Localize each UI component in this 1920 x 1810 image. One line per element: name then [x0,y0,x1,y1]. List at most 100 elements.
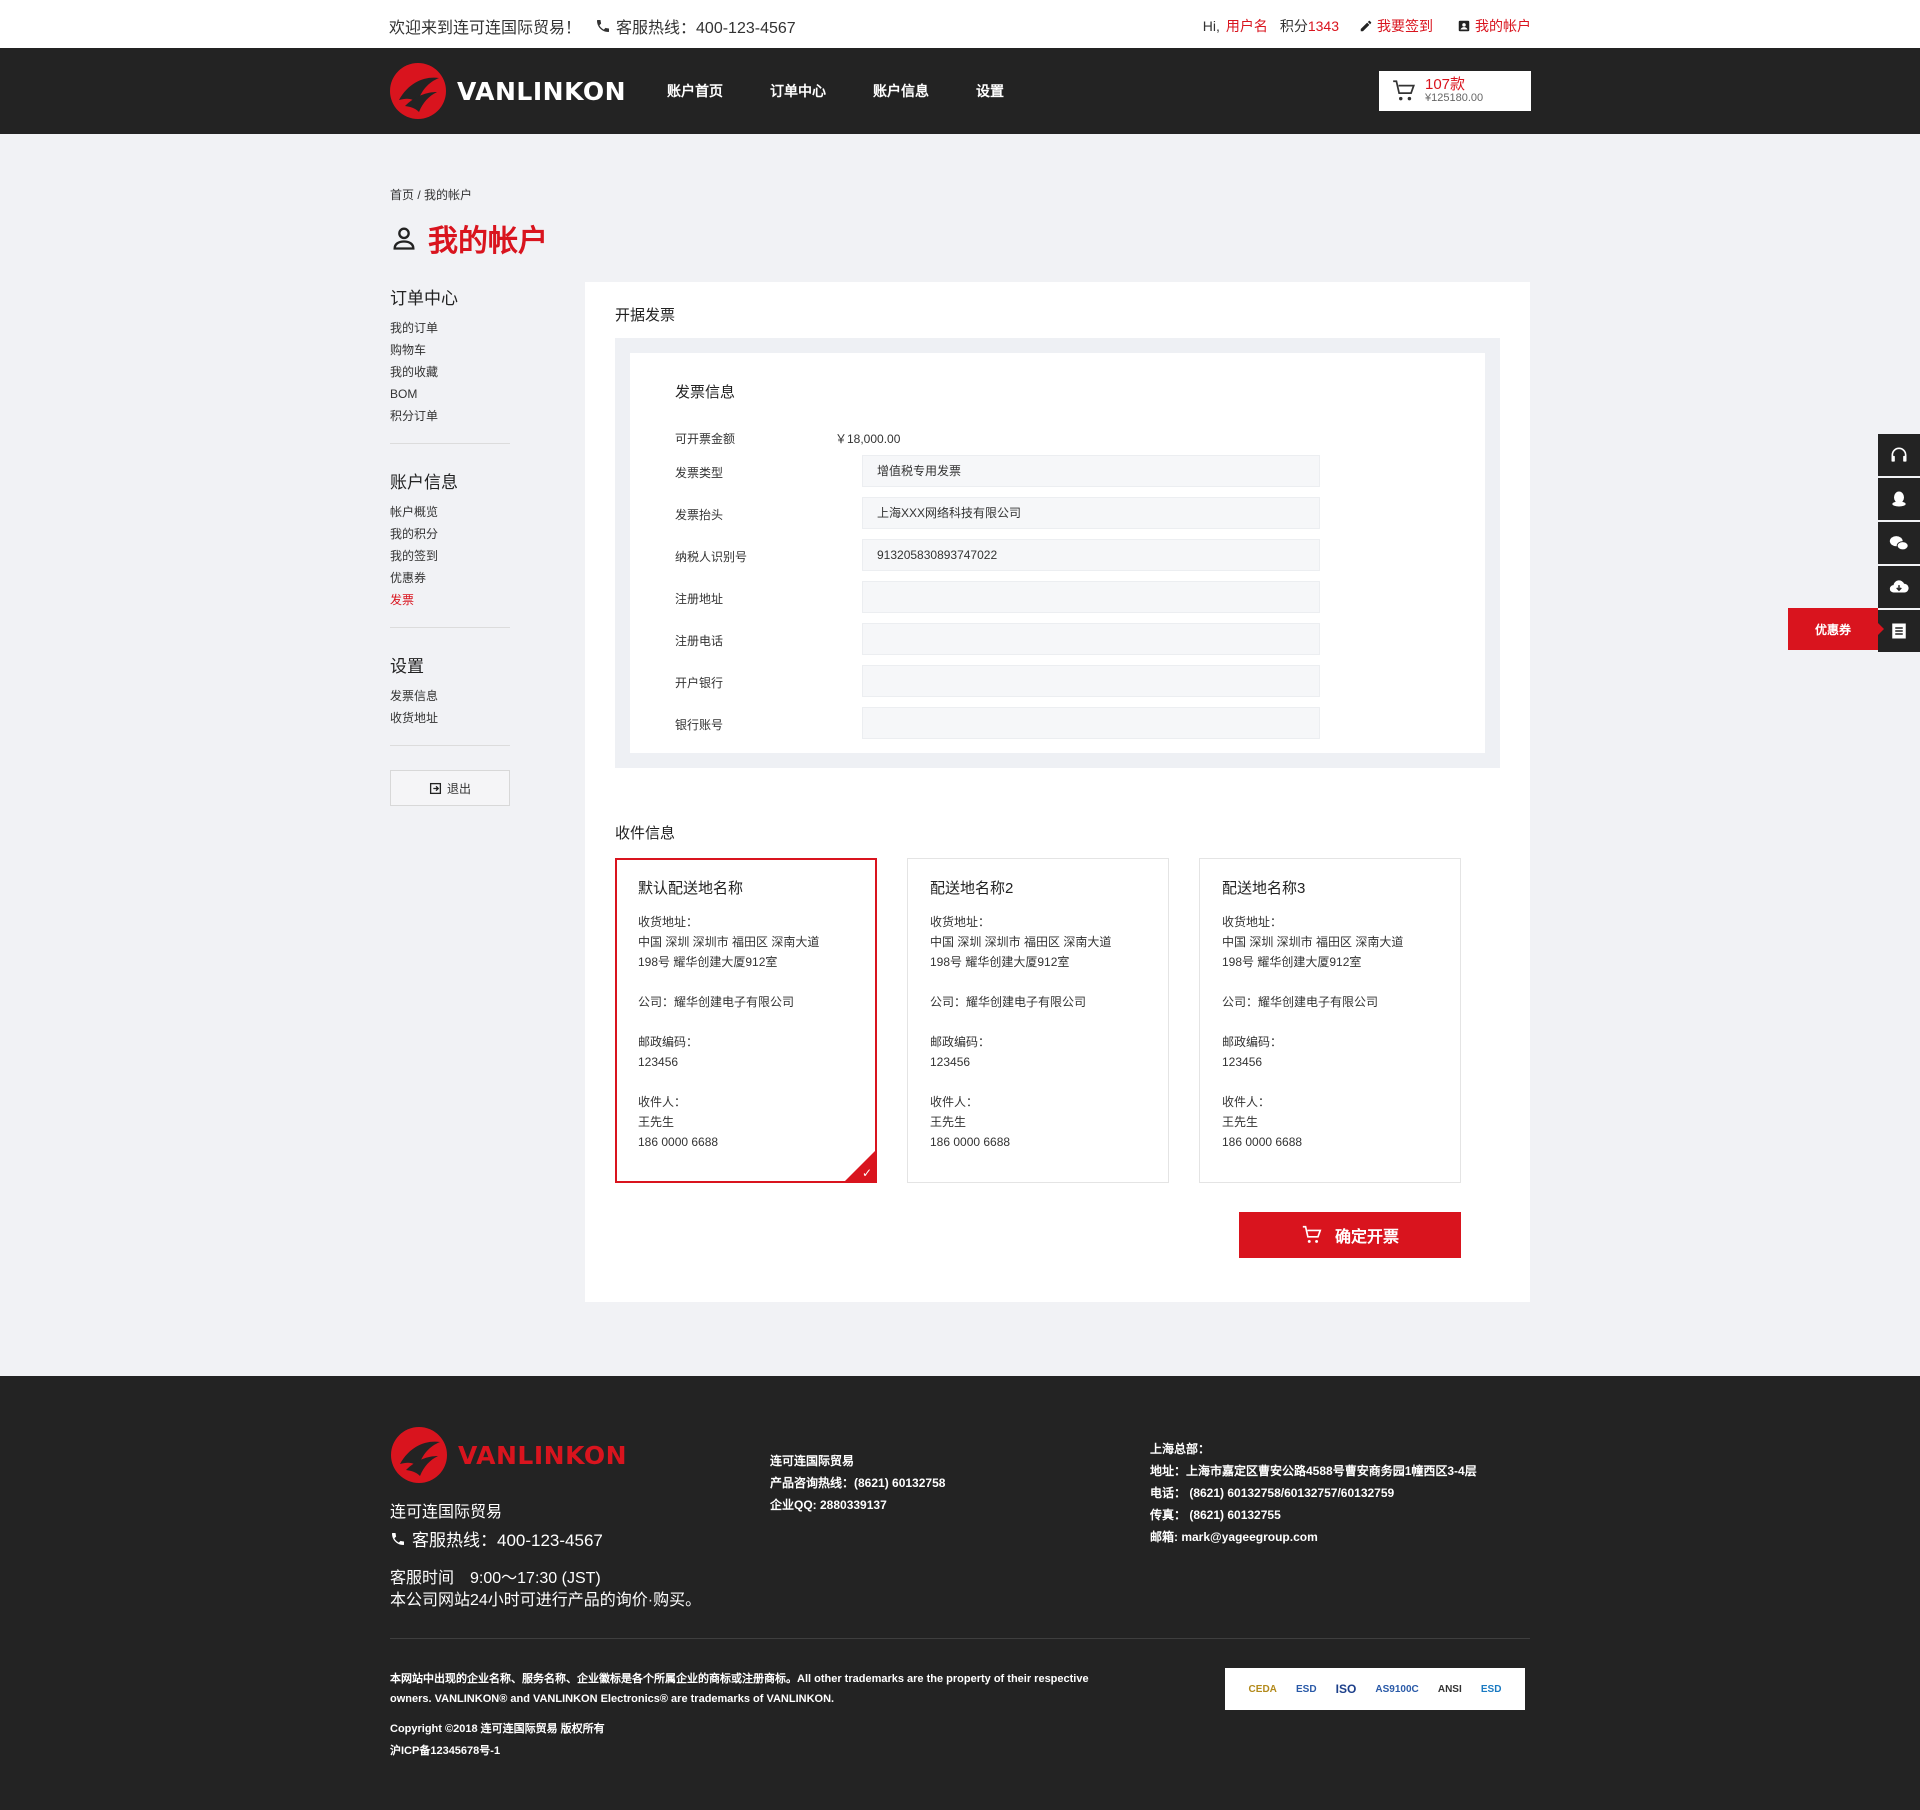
address-company: 公司：耀华创建电子有限公司 [1222,995,1379,1009]
logo-text: VANLINKON [457,76,627,106]
cart-amount: ¥125180.00 [1425,92,1484,104]
greeting: Hi, [1202,18,1220,34]
sidebar-item-coupons[interactable]: 优惠券 [390,567,510,589]
footer-hq-line: 上海总部： [1150,1442,1211,1456]
support-button[interactable] [1878,434,1920,476]
sidebar-group-orders: 订单中心 我的订单 购物车 我的收藏 BOM 积分订单 [390,284,510,444]
phone-icon [392,1532,404,1545]
cart-button[interactable]: 107款 ¥125180.00 [1379,71,1531,111]
recipient-label: 收件人： [1222,1095,1271,1109]
amount-value: ￥18,000.00 [835,432,901,446]
check-icon: ✓ [861,1166,872,1180]
cert-iso: ISO [1335,1682,1357,1696]
taxpayer-id-field[interactable]: 913205830893747022 [862,539,1320,571]
address-card[interactable]: 配送地名称3 收货地址： 中国 深圳 深圳市 福田区 深南大道 198号 耀华创… [1199,858,1461,1183]
sidebar-item-points[interactable]: 我的积分 [390,523,510,545]
footer-divider [390,1638,1530,1639]
copyright-text: Copyright ©2018 连可连国际贸易 版权所有 [390,1723,605,1735]
address-name: 配送地名称3 [1222,880,1306,897]
confirm-invoice-button[interactable]: 确定开票 [1239,1212,1461,1258]
field-row: 发票抬头 上海XXX网络科技有限公司 [675,497,1320,531]
zip-value: 123456 [1222,1055,1263,1069]
zip-value: 123456 [638,1055,679,1069]
field-row: 开户银行 [675,665,1320,699]
confirm-label: 确定开票 [1334,1229,1399,1246]
address-card[interactable]: 配送地名称2 收货地址： 中国 深圳 深圳市 福田区 深南大道 198号 耀华创… [907,858,1169,1183]
recipient-name: 王先生 [930,1115,967,1129]
address-label: 收货地址： [638,915,699,929]
cart-icon [1302,1225,1322,1243]
checkin-link[interactable]: 我要签到 [1359,16,1433,36]
sidebar-item-points-orders[interactable]: 积分订单 [390,405,510,427]
sidebar-item-invoice-info[interactable]: 发票信息 [390,685,510,707]
footer: VANLINKON 连可连国际贸易 客服热线：400-123-4567 客服时间… [0,1376,1920,1810]
user-badge-icon [1458,20,1470,32]
reg-phone-field[interactable] [862,623,1320,655]
address-card-selected[interactable]: 默认配送地名称 收货地址： 中国 深圳 深圳市 福田区 深南大道 198号 耀华… [615,858,877,1183]
points-value: 1343 [1307,18,1339,34]
logo[interactable]: VANLINKON [389,62,626,120]
field-label: 发票抬头 [675,508,724,522]
nav-order-center[interactable]: 订单中心 [770,81,826,101]
address-label: 收货地址： [1222,915,1283,929]
reg-address-field[interactable] [862,581,1320,613]
sidebar-item-overview[interactable]: 帐户概览 [390,501,510,523]
sidebar-item-cart[interactable]: 购物车 [390,339,510,361]
sidebar-item-bom[interactable]: BOM [390,383,510,405]
cart-icon [1393,80,1415,101]
amount-label: 可开票金额 [675,432,736,446]
floating-toolbar [1878,434,1920,654]
invoice-type-field[interactable]: 增值税专用发票 [862,455,1320,487]
recipient-name: 王先生 [638,1115,675,1129]
zip-value: 123456 [930,1055,971,1069]
field-label: 开户银行 [675,676,724,690]
logout-icon [429,782,442,794]
coupon-button[interactable] [1878,610,1920,652]
my-account-label: 我的帐户 [1475,18,1531,34]
footer-hq-line: 电话： (8621) 60132758/60132757/60132759 [1150,1486,1395,1500]
footer-logo-text: VANLINKON [458,1440,628,1470]
field-row: 纳税人识别号 913205830893747022 [675,539,1320,573]
nav-account-home[interactable]: 账户首页 [667,81,723,101]
sidebar-item-addresses[interactable]: 收货地址 [390,707,510,729]
address-line1: 中国 深圳 深圳市 福田区 深南大道 [930,935,1112,949]
logout-button[interactable]: 退出 [390,770,510,806]
logout-label: 退出 [446,781,471,796]
sidebar-item-invoice[interactable]: 发票 [390,589,510,611]
sidebar-group-title: 订单中心 [390,289,458,308]
field-row: 注册地址 [675,581,1320,615]
coupon-tooltip[interactable]: 优惠券 [1788,608,1884,650]
address-name: 配送地名称2 [930,880,1014,897]
amount-row: 可开票金额 ￥18,000.00 [675,421,1275,455]
nav-account-info[interactable]: 账户信息 [873,81,929,101]
field-label: 纳税人识别号 [675,550,748,564]
qq-button[interactable] [1878,478,1920,520]
nav-settings[interactable]: 设置 [976,81,1004,101]
sidebar-group-settings: 设置 发票信息 收货地址 [390,652,510,746]
invoice-panel: 开据发票 发票信息 可开票金额 ￥18,000.00 发票类型 增值税专用发票 … [585,282,1530,1302]
footer-contact-line: 连可连国际贸易 [770,1454,855,1468]
my-account-link[interactable]: 我的帐户 [1457,16,1531,36]
sidebar-item-checkins[interactable]: 我的签到 [390,545,510,567]
recipient-phone: 186 0000 6688 [1222,1135,1303,1149]
field-row: 银行账号 [675,707,1320,741]
sidebar-item-favorites[interactable]: 我的收藏 [390,361,510,383]
sidebar: 订单中心 我的订单 购物车 我的收藏 BOM 积分订单 账户信息 帐户概览 我的… [390,284,510,806]
wechat-button[interactable] [1878,522,1920,564]
top-strip: 欢迎来到连可连国际贸易！ 客服热线：400-123-4567 Hi, 用户名 积… [0,0,1920,48]
recipient-name: 王先生 [1222,1115,1259,1129]
invoice-header-field[interactable]: 上海XXX网络科技有限公司 [862,497,1320,529]
address-line2: 198号 耀华创建大厦912室 [1222,955,1362,969]
field-label: 发票类型 [675,466,724,480]
bank-account-field[interactable] [862,707,1320,739]
icp-text: 沪ICP备12345678号-1 [390,1745,501,1757]
welcome-text: 欢迎来到连可连国际贸易！ [389,20,582,37]
download-button[interactable] [1878,566,1920,608]
footer-hq-line: 邮箱: mark@yageegroup.com [1150,1530,1318,1544]
page-title-text: 我的帐户 [428,225,548,258]
bank-field[interactable] [862,665,1320,697]
sidebar-item-my-orders[interactable]: 我的订单 [390,317,510,339]
username-link[interactable]: 用户名 [1226,16,1268,36]
logo-icon [390,63,446,119]
invoice-form: 发票信息 可开票金额 ￥18,000.00 发票类型 增值税专用发票 发票抬头 … [630,353,1485,753]
